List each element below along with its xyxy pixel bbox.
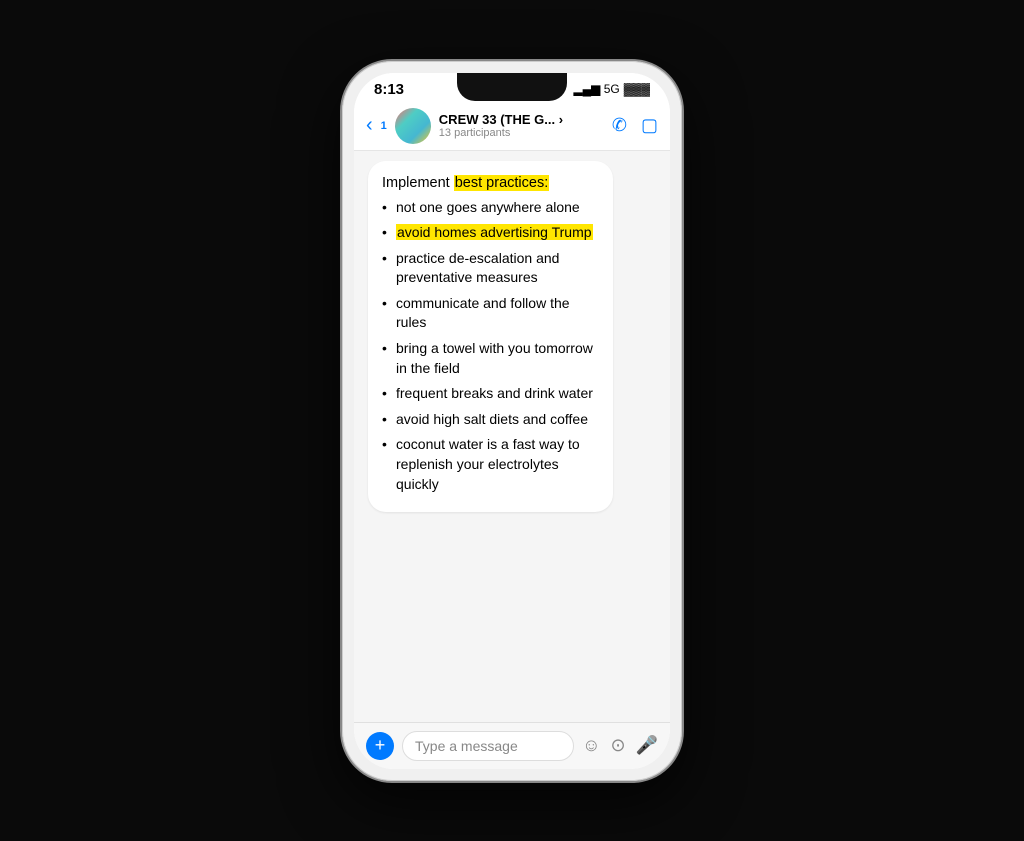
mic-icon[interactable]: 🎤 <box>636 735 658 756</box>
add-button[interactable]: + <box>366 732 394 760</box>
input-icons: ☺ ⊙ 🎤 <box>582 735 658 756</box>
phone-icon[interactable]: ✆ <box>612 115 627 136</box>
highlight-trump: avoid homes advertising Trump <box>396 224 593 240</box>
chat-input-bar: + Type a message ☺ ⊙ 🎤 <box>354 722 670 769</box>
video-icon[interactable]: ▢ <box>641 115 658 136</box>
emoji-icon[interactable]: ☺ <box>582 735 600 756</box>
highlight-best-practices: best practices: <box>454 175 550 191</box>
phone-frame: 8:13 ▂▄▆ 5G ▓▓▓ ‹ 1 CREW 33 (THE G... › … <box>342 61 682 781</box>
back-button[interactable]: ‹ <box>366 114 373 137</box>
message-intro: Implement best practices: <box>382 173 599 194</box>
phone-screen: 8:13 ▂▄▆ 5G ▓▓▓ ‹ 1 CREW 33 (THE G... › … <box>354 73 670 769</box>
header-actions: ✆ ▢ <box>612 115 658 136</box>
list-item: coconut water is a fast way to replenish… <box>382 435 599 494</box>
group-name: CREW 33 (THE G... › <box>439 112 604 127</box>
list-item: communicate and follow the rules <box>382 294 599 333</box>
group-avatar <box>395 108 431 144</box>
header-info: CREW 33 (THE G... › 13 participants <box>439 112 604 139</box>
list-item: practice de-escalation and preventative … <box>382 249 599 288</box>
status-time: 8:13 <box>374 81 404 98</box>
list-item: frequent breaks and drink water <box>382 384 599 404</box>
signal-icon: ▂▄▆ 5G <box>573 82 619 96</box>
participants-count: 13 participants <box>439 127 604 139</box>
chat-body: Implement best practices: not one goes a… <box>354 151 670 722</box>
status-icons: ▂▄▆ 5G ▓▓▓ <box>573 82 650 96</box>
header-badge: 1 <box>381 120 387 132</box>
message-bubble: Implement best practices: not one goes a… <box>368 161 613 513</box>
list-item: bring a towel with you tomorrow in the f… <box>382 339 599 378</box>
message-input[interactable]: Type a message <box>402 731 574 761</box>
bullet-list: not one goes anywhere alone avoid homes … <box>382 198 599 495</box>
list-item: avoid homes advertising Trump <box>382 223 599 243</box>
phone-notch <box>457 73 567 101</box>
list-item: avoid high salt diets and coffee <box>382 410 599 430</box>
battery-icon: ▓▓▓ <box>624 82 650 96</box>
camera-icon[interactable]: ⊙ <box>610 735 625 756</box>
list-item: not one goes anywhere alone <box>382 198 599 218</box>
chat-header: ‹ 1 CREW 33 (THE G... › 13 participants … <box>354 102 670 151</box>
